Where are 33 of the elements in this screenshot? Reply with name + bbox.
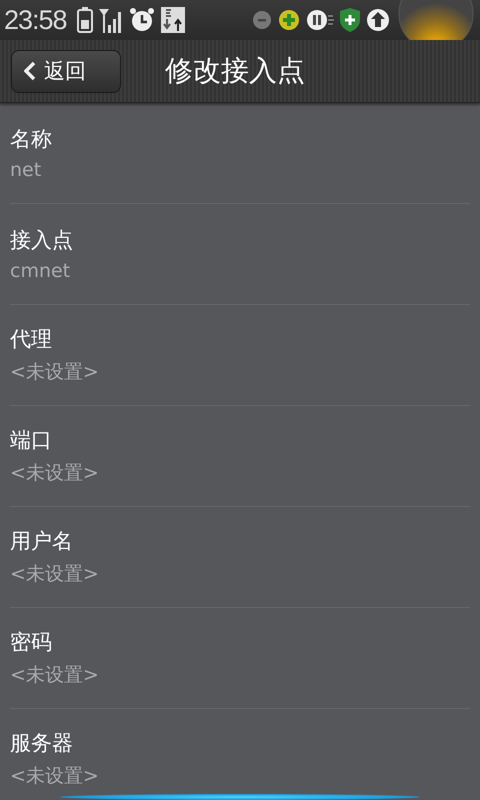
- alarm-icon: [128, 7, 155, 33]
- setting-label: 服务器: [10, 730, 74, 757]
- setting-label: 名称: [10, 126, 53, 153]
- setting-value: <未设置>: [10, 764, 100, 789]
- setting-row[interactable]: 接入点 cmnet: [10, 204, 470, 305]
- setting-label: 用户名: [10, 528, 74, 555]
- minus-icon: [252, 10, 272, 30]
- setting-label: 代理: [10, 326, 53, 353]
- setting-value: <未设置>: [10, 663, 100, 688]
- setting-label: 端口: [10, 427, 53, 454]
- setting-value: net: [10, 159, 42, 181]
- back-button[interactable]: 返回: [11, 50, 121, 92]
- battery-icon: [76, 7, 93, 33]
- setting-row[interactable]: 密码 <未设置>: [10, 608, 470, 709]
- setting-row[interactable]: 代理 <未设置>: [10, 305, 470, 406]
- upload-icon: [366, 8, 390, 32]
- page-title: 修改接入点: [165, 53, 305, 89]
- setting-value: <未设置>: [10, 360, 100, 385]
- setting-value: <未设置>: [10, 461, 100, 486]
- pause-icon: [306, 9, 334, 31]
- setting-row[interactable]: 用户名 <未设置>: [10, 507, 470, 608]
- setting-label: 接入点: [10, 227, 74, 254]
- setting-row[interactable]: 名称 net: [10, 103, 470, 204]
- shield-icon: [340, 8, 360, 32]
- setting-value: cmnet: [10, 260, 72, 282]
- setting-value: <未设置>: [10, 562, 100, 587]
- setting-label: 密码: [10, 629, 53, 656]
- signal-icon: [98, 7, 123, 33]
- clock-time: 23:58: [4, 4, 67, 36]
- setting-row[interactable]: 端口 <未设置>: [10, 406, 470, 507]
- transfer-icon: [160, 7, 185, 33]
- plus-icon: [278, 9, 300, 31]
- setting-row[interactable]: 服务器 <未设置>: [10, 709, 470, 800]
